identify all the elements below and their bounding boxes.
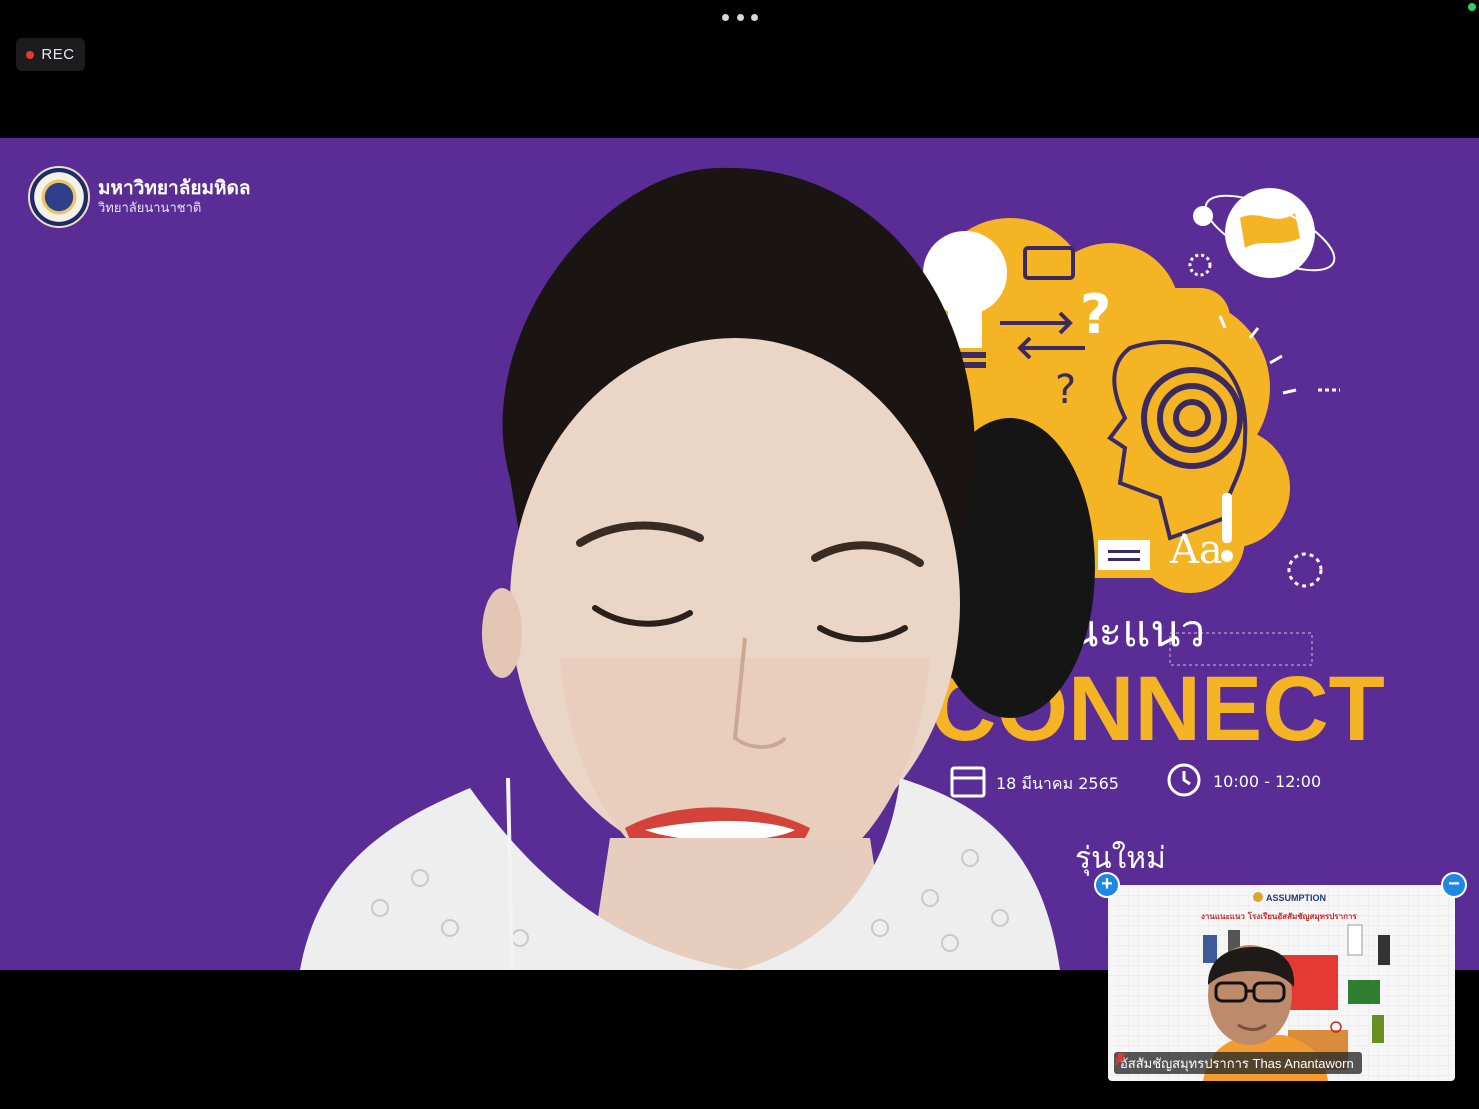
more-options-icon[interactable] <box>722 10 758 24</box>
calendar-icon <box>950 766 986 798</box>
svg-text:?: ? <box>1080 283 1111 346</box>
connection-status-dot <box>1468 3 1476 11</box>
main-speaker-video[interactable]: ? ? Aa แนะแนว CONNECT 18 มีนาคม 2565 10:… <box>0 138 1479 970</box>
svg-text:?: ? <box>1055 367 1076 413</box>
record-dot-icon <box>26 50 35 59</box>
event-date: 18 มีนาคม 2565 <box>996 774 1119 793</box>
event-time: 10:00 - 12:00 <box>1213 772 1321 791</box>
logo-college-name: วิทยาลัยนานาชาติ <box>98 200 202 215</box>
banner-tagline: รุ่นใหม่ <box>1075 841 1166 877</box>
participant-thumbnail-video[interactable]: ASSUMPTION งานแนะแนว โรงเรียนอัสสัมชัญสม… <box>1108 885 1455 1081</box>
minimize-minus-icon[interactable]: − <box>1441 872 1467 898</box>
expand-plus-icon[interactable]: + <box>1094 872 1120 898</box>
university-logo: มหาวิทยาลัยมหิดล วิทยาลัยนานาชาติ <box>28 166 251 228</box>
participant-name-tag: อัสสัมชัญสมุทรปราการ Thas Anantaworn <box>1114 1052 1362 1074</box>
university-seal-icon <box>28 166 90 228</box>
mic-muted-icon <box>1114 1052 1126 1066</box>
logo-university-name: มหาวิทยาลัยมหิดล <box>98 178 251 199</box>
recording-label: REC <box>41 46 75 63</box>
participant-name: อัสสัมชัญสมุทรปราการ Thas Anantaworn <box>1120 1055 1354 1071</box>
globe-icon <box>1193 188 1336 278</box>
recording-badge[interactable]: REC <box>16 38 85 71</box>
clock-icon <box>1167 763 1201 797</box>
slide-header: ASSUMPTION <box>1266 893 1326 903</box>
virtual-background-graphic: ? ? Aa แนะแนว CONNECT 18 มีนาคม 2565 10:… <box>300 167 1385 970</box>
slide-title: งานแนะแนว โรงเรียนอัสสัมชัญสมุทรปราการ <box>1201 911 1357 922</box>
video-call-window: REC ? ? Aa แนะแนว CONNECT 18 มีนาคม 2565… <box>0 0 1479 1109</box>
svg-text:Aa: Aa <box>1169 527 1223 573</box>
